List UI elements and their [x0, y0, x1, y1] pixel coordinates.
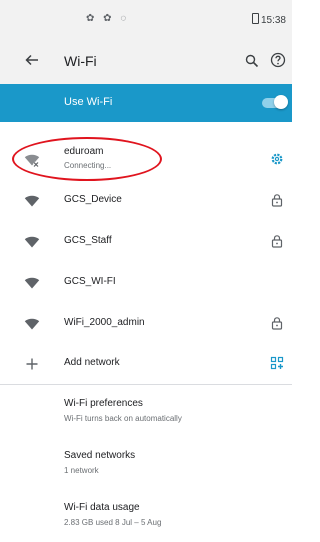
network-row-wifi-2000-admin[interactable]: WiFi_2000_admin	[0, 304, 292, 344]
lock-icon	[271, 317, 283, 330]
battery-icon	[251, 13, 259, 24]
saved-networks-title: Saved networks	[64, 450, 136, 461]
add-network-row[interactable]: Add network	[0, 344, 292, 384]
app-bar: Wi-Fi	[0, 40, 292, 84]
qr-code-icon[interactable]	[270, 356, 284, 370]
clock-text: 15:38	[260, 15, 286, 26]
add-network-label: Add network	[64, 357, 120, 368]
wifi-data-usage-subtitle: 2.83 GB used 8 Jul – 5 Aug	[64, 518, 162, 527]
use-wifi-row[interactable]: Use Wi-Fi	[0, 84, 292, 122]
wifi-toggle[interactable]	[262, 95, 288, 109]
wifi-signal-icon	[24, 236, 40, 248]
toggle-knob	[274, 95, 288, 109]
status-clock: 15:38	[251, 13, 286, 26]
lock-icon	[271, 235, 283, 248]
notification-icons: ✿ ✿ ◌	[86, 13, 130, 24]
wifi-signal-icon	[24, 195, 40, 207]
wifi-preferences-title: Wi-Fi preferences	[64, 398, 143, 409]
wifi-data-usage-title: Wi-Fi data usage	[64, 502, 140, 513]
wifi-preferences-subtitle: Wi-Fi turns back on automatically	[64, 414, 182, 423]
red-highlight-ellipse	[12, 137, 162, 181]
search-icon[interactable]	[245, 54, 259, 68]
network-row-gcs-staff[interactable]: GCS_Staff	[0, 222, 292, 262]
lock-icon	[271, 194, 283, 207]
section-divider	[0, 384, 292, 385]
wifi-data-usage-item[interactable]: Wi-Fi data usage 2.83 GB used 8 Jul – 5 …	[0, 494, 292, 538]
saved-networks-item[interactable]: Saved networks 1 network	[0, 442, 292, 486]
network-name: GCS_Staff	[64, 235, 112, 246]
use-wifi-label: Use Wi-Fi	[64, 96, 113, 108]
back-arrow-icon[interactable]	[24, 52, 40, 68]
network-row-gcs-wifi[interactable]: GCS_WI-FI	[0, 263, 292, 303]
page-title: Wi-Fi	[64, 53, 97, 69]
saved-networks-subtitle: 1 network	[64, 466, 99, 475]
network-name: WiFi_2000_admin	[64, 317, 145, 328]
status-bar: ✿ ✿ ◌ 15:38	[0, 0, 292, 40]
wifi-signal-icon	[24, 318, 40, 330]
network-name: GCS_Device	[64, 194, 122, 205]
network-name: GCS_WI-FI	[64, 276, 116, 287]
gear-icon[interactable]	[270, 152, 284, 166]
wifi-signal-icon	[24, 277, 40, 289]
plus-icon	[26, 358, 38, 370]
network-row-gcs-device[interactable]: GCS_Device	[0, 181, 292, 221]
help-icon[interactable]	[270, 52, 286, 68]
wifi-preferences-item[interactable]: Wi-Fi preferences Wi-Fi turns back on au…	[0, 390, 292, 434]
